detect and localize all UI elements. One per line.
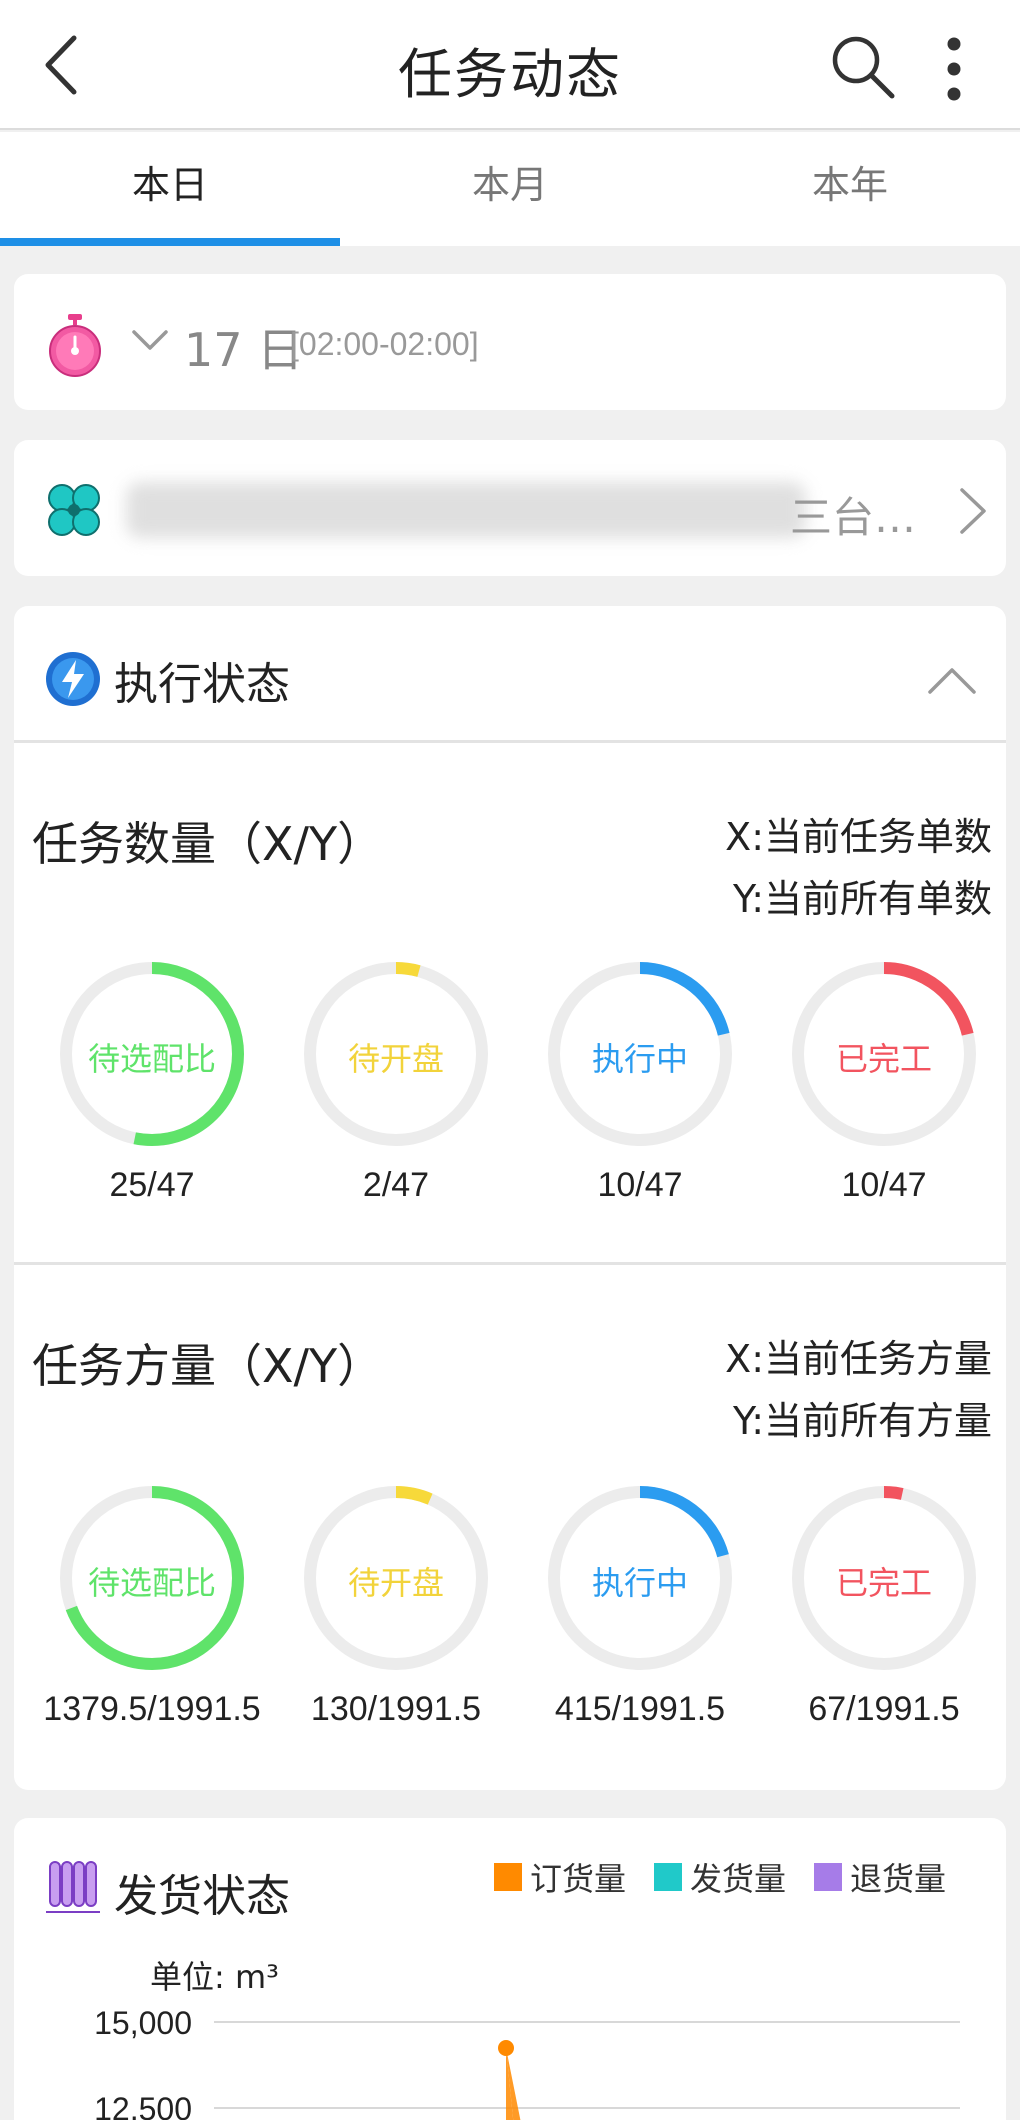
task-volume-title: 任务方量（X/Y） bbox=[32, 1339, 384, 1393]
ring-value: 1379.5/1991.5 bbox=[43, 1690, 261, 1728]
ship-status-card: 发货状态 订货量 发货量 退货量 单位: m³ 15,000 12,500 bbox=[14, 1818, 1006, 2120]
legend-swatch bbox=[814, 1863, 843, 1891]
legend-order[interactable]: 订货量 bbox=[494, 1854, 626, 1900]
section-title-exec: 执行状态 bbox=[114, 659, 290, 710]
divider bbox=[14, 740, 1006, 743]
ring-label: 待选配比 bbox=[87, 1564, 216, 1602]
date-range: [02:00-02:00] bbox=[290, 326, 479, 362]
ring-value: 2/47 bbox=[362, 1166, 430, 1204]
clover-icon bbox=[48, 484, 100, 536]
ring-value: 10/47 bbox=[597, 1166, 683, 1204]
ring-value: 415/1991.5 bbox=[554, 1690, 726, 1728]
lightning-icon bbox=[46, 652, 100, 706]
chevron-down-icon[interactable] bbox=[130, 326, 170, 356]
y-tick-label: 15,000 bbox=[94, 2005, 192, 2041]
chart-legend: 订货量 发货量 退货量 bbox=[494, 1854, 974, 1900]
y-tick-label: 12,500 bbox=[94, 2091, 192, 2120]
section-title-ship: 发货状态 bbox=[114, 1871, 290, 1922]
volume-ring-1[interactable]: 待选配比 bbox=[52, 1478, 252, 1678]
task-volume-legend-y: Y:当前所有方量 bbox=[733, 1399, 992, 1443]
period-tabs: 本日 本月 本年 bbox=[0, 132, 1020, 246]
volume-ring-3[interactable]: 执行中 bbox=[540, 1478, 740, 1678]
stopwatch-icon bbox=[49, 314, 101, 377]
station-select-card[interactable]: 三台… bbox=[14, 440, 1006, 576]
task-volume-legend-x: X:当前任务方量 bbox=[725, 1337, 992, 1381]
count-ring-2[interactable]: 待开盘 bbox=[296, 954, 496, 1154]
legend-label: 发货量 bbox=[690, 1860, 787, 1898]
count-ring-1[interactable]: 待选配比 bbox=[52, 954, 252, 1154]
ring-value: 130/1991.5 bbox=[310, 1690, 482, 1728]
task-count-title: 任务数量（X/Y） bbox=[32, 817, 384, 871]
search-icon[interactable] bbox=[830, 34, 896, 100]
order-data-point[interactable] bbox=[498, 2040, 514, 2056]
legend-shipped[interactable]: 发货量 bbox=[654, 1854, 786, 1900]
more-vertical-icon[interactable] bbox=[934, 36, 974, 102]
legend-swatch bbox=[494, 1863, 522, 1891]
ring-label: 待选配比 bbox=[87, 1040, 216, 1078]
legend-label: 订货量 bbox=[530, 1860, 627, 1898]
chevron-up-icon[interactable] bbox=[926, 662, 978, 698]
task-count-legend-y: Y:当前所有单数 bbox=[733, 877, 992, 921]
station-list-text: 三台… bbox=[790, 493, 917, 542]
ring-label: 执行中 bbox=[591, 1564, 688, 1602]
ring-label: 已完工 bbox=[835, 1040, 932, 1078]
tab-month[interactable]: 本月 bbox=[340, 132, 680, 246]
legend-swatch bbox=[654, 1863, 683, 1891]
ring-value: 67/1991.5 bbox=[808, 1690, 960, 1728]
ship-chart: 15,000 12,500 bbox=[94, 2005, 960, 2120]
volume-ring-4[interactable]: 已完工 bbox=[784, 1478, 984, 1678]
ring-value: 25/47 bbox=[109, 1166, 195, 1204]
count-ring-4[interactable]: 已完工 bbox=[784, 954, 984, 1154]
tab-year[interactable]: 本年 bbox=[680, 132, 1020, 246]
exec-status-card: 执行状态 任务数量（X/Y） X:当前任务单数 Y:当前所有单数 待选配比 25/… bbox=[14, 606, 1006, 1790]
tab-day[interactable]: 本日 bbox=[0, 132, 340, 246]
legend-label: 退货量 bbox=[850, 1860, 947, 1898]
ring-label: 待开盘 bbox=[347, 1564, 444, 1602]
count-ring-3[interactable]: 执行中 bbox=[540, 954, 740, 1154]
date-day: 17 日 bbox=[184, 323, 304, 377]
legend-returned[interactable]: 退货量 bbox=[814, 1854, 946, 1900]
date-filter-card[interactable]: 17 日 [02:00-02:00] bbox=[14, 274, 1006, 410]
chevron-right-icon[interactable] bbox=[954, 486, 990, 536]
divider bbox=[14, 1262, 1006, 1265]
volume-ring-2[interactable]: 待开盘 bbox=[296, 1478, 496, 1678]
bars-icon bbox=[46, 1861, 100, 1913]
redacted-station-names bbox=[126, 482, 806, 538]
ring-label: 执行中 bbox=[591, 1040, 688, 1078]
ring-label: 已完工 bbox=[835, 1564, 932, 1602]
task-count-legend-x: X:当前任务单数 bbox=[725, 815, 992, 859]
task-volume-rings: 待选配比 1379.5/1991.5 待开盘 130/1991.5 执行中 415/199… bbox=[14, 1478, 1006, 1748]
ring-value: 10/47 bbox=[841, 1166, 927, 1204]
ring-label: 待开盘 bbox=[347, 1040, 444, 1078]
task-count-rings: 待选配比 25/47 待开盘 2/47 执行中 10/47 已完工 10/47 bbox=[14, 954, 1006, 1224]
app-header: 任务动态 bbox=[0, 0, 1020, 130]
